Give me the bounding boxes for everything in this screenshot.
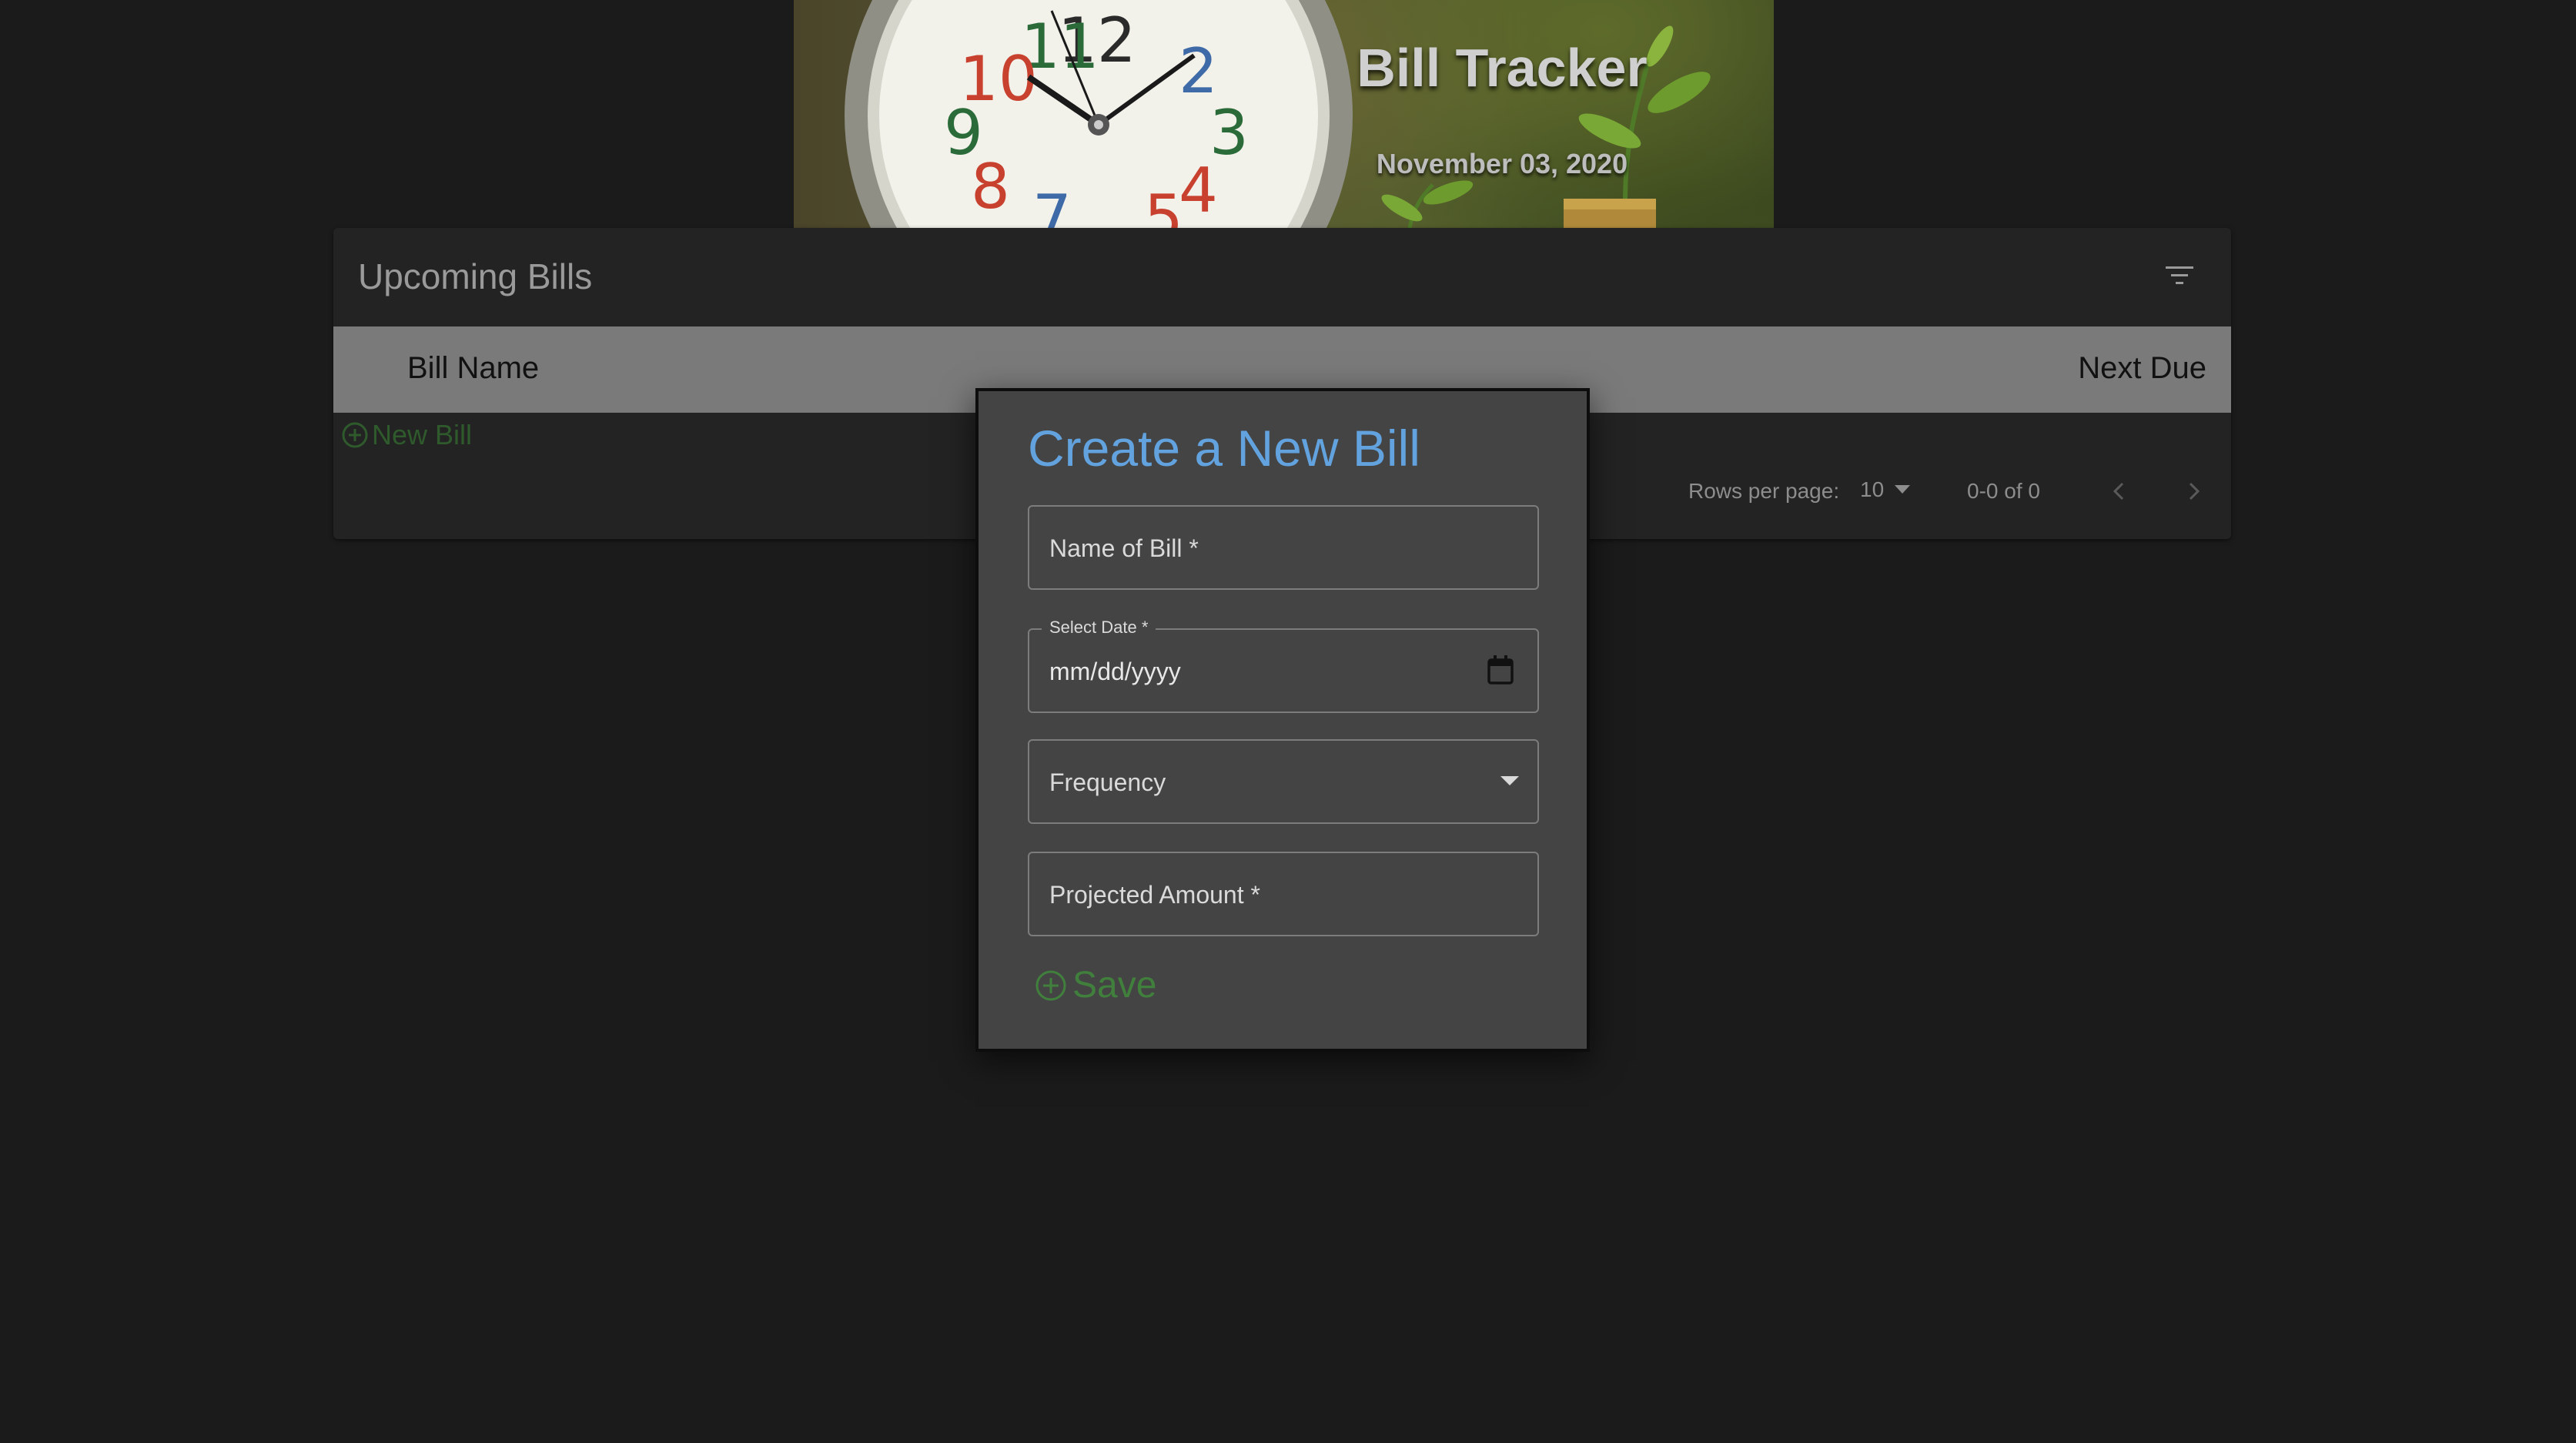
page-range: 0-0 of 0 bbox=[1967, 479, 2040, 503]
column-header-next-due[interactable]: Next Due bbox=[2078, 351, 2206, 386]
filter-icon[interactable] bbox=[2164, 263, 2195, 288]
create-bill-dialog: Create a New Bill Name of Bill * Select … bbox=[975, 388, 1590, 1052]
rows-per-page-select[interactable]: 10 bbox=[1860, 477, 1911, 502]
projected-amount-placeholder: Projected Amount * bbox=[1049, 881, 1260, 909]
current-date: November 03, 2020 bbox=[1376, 148, 1628, 179]
svg-text:7: 7 bbox=[1032, 182, 1072, 228]
bill-name-placeholder: Name of Bill * bbox=[1049, 534, 1199, 562]
svg-text:8: 8 bbox=[971, 151, 1010, 223]
projected-amount-field[interactable]: Projected Amount * bbox=[1028, 852, 1539, 936]
calendar-icon[interactable] bbox=[1487, 655, 1514, 685]
add-circle-icon bbox=[342, 422, 368, 448]
save-label: Save bbox=[1072, 965, 1157, 1006]
chevron-left-icon[interactable] bbox=[2104, 476, 2135, 507]
banner-image: 12 11 10 9 8 2 3 4 5 7 bbox=[845, 0, 1711, 228]
date-field-value: mm/dd/yyyy bbox=[1049, 658, 1181, 685]
dropdown-arrow-icon bbox=[1895, 485, 1911, 494]
save-button[interactable]: Save bbox=[1034, 964, 1156, 1006]
chevron-right-icon[interactable] bbox=[2178, 476, 2209, 507]
dropdown-arrow-icon bbox=[1500, 776, 1519, 785]
header-banner: 12 11 10 9 8 2 3 4 5 7 Bill Tracker Nove… bbox=[794, 0, 1774, 228]
card-title: Upcoming Bills bbox=[358, 256, 593, 296]
date-field[interactable]: Select Date * mm/dd/yyyy bbox=[1028, 618, 1539, 713]
frequency-select[interactable]: Frequency bbox=[1028, 739, 1539, 824]
add-circle-icon bbox=[1035, 970, 1066, 1000]
date-field-label: Select Date * bbox=[1042, 618, 1156, 638]
frequency-placeholder: Frequency bbox=[1049, 768, 1166, 796]
rows-per-page-label: Rows per page: bbox=[1688, 479, 1840, 503]
dialog-title: Create a New Bill bbox=[1028, 420, 1420, 477]
new-bill-button[interactable]: New Bill bbox=[341, 419, 472, 451]
svg-text:4: 4 bbox=[1179, 155, 1218, 226]
app-title: Bill Tracker bbox=[1357, 38, 1648, 98]
new-bill-label: New Bill bbox=[372, 419, 473, 450]
column-header-bill-name[interactable]: Bill Name bbox=[407, 351, 539, 386]
bill-name-field[interactable]: Name of Bill * bbox=[1028, 505, 1539, 590]
svg-text:5: 5 bbox=[1144, 182, 1183, 228]
rows-per-page-value: 10 bbox=[1860, 477, 1885, 501]
